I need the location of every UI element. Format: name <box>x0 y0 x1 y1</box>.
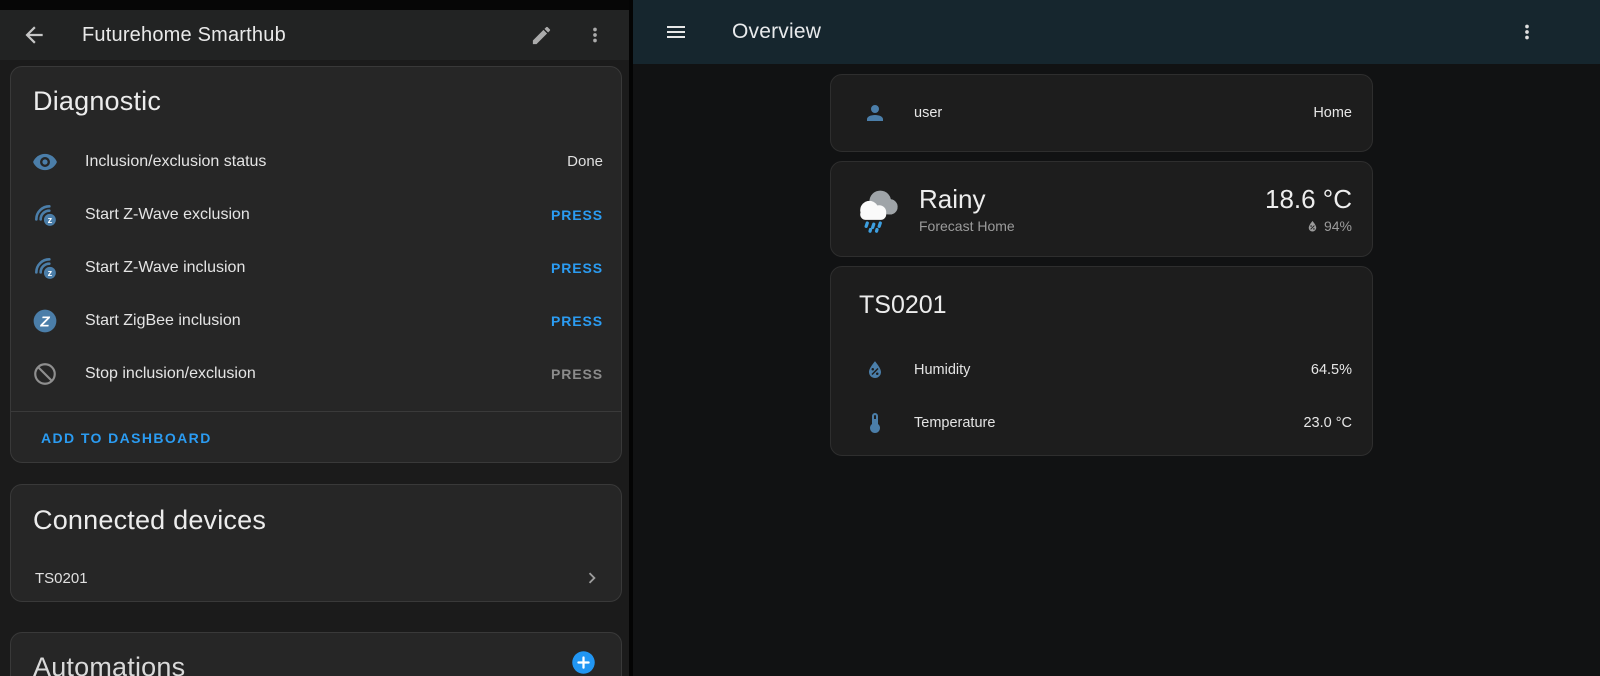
thermometer-icon <box>862 410 888 436</box>
right-app-panel: Overview user Home <box>633 0 1600 676</box>
diagnostic-card: Diagnostic Inclusion/exclusion status Do… <box>10 66 622 463</box>
add-automation-button[interactable] <box>570 649 597 676</box>
eye-icon <box>32 149 58 175</box>
back-button[interactable] <box>20 21 48 49</box>
status-bar-strip <box>0 0 629 10</box>
sidebar-menu-button[interactable] <box>662 18 690 46</box>
chevron-right-icon <box>581 567 603 589</box>
zwave-exclusion-row: z Start Z-Wave exclusion PRESS <box>11 188 621 241</box>
row-label: Start Z-Wave inclusion <box>85 259 245 277</box>
block-icon <box>32 361 58 387</box>
zwave-icon: z <box>32 255 58 281</box>
user-entity-card[interactable]: user Home <box>830 74 1373 152</box>
press-button[interactable]: PRESS <box>551 313 603 329</box>
sensor-value: 23.0 °C <box>1303 415 1352 431</box>
zigbee-inclusion-row: Z Start ZigBee inclusion PRESS <box>11 294 621 347</box>
zigbee-icon: Z <box>32 308 58 334</box>
entity-state: Home <box>1313 105 1352 121</box>
pencil-icon <box>530 24 553 47</box>
row-label: Start Z-Wave exclusion <box>85 206 250 224</box>
weather-rainy-icon <box>851 185 903 233</box>
row-value: Done <box>567 153 603 170</box>
add-to-dashboard-button[interactable]: ADD TO DASHBOARD <box>41 430 212 446</box>
weather-humidity: 94% <box>1324 218 1352 234</box>
menu-icon <box>664 20 688 44</box>
account-icon <box>862 100 888 126</box>
press-button[interactable]: PRESS <box>551 207 603 223</box>
row-label: Start ZigBee inclusion <box>85 312 241 330</box>
arrow-left-icon <box>21 22 47 48</box>
dashboard-cards-column: user Home <box>830 74 1373 456</box>
press-button-disabled: PRESS <box>551 366 603 382</box>
water-percent-icon <box>1305 219 1320 234</box>
svg-text:Z: Z <box>39 313 50 330</box>
connected-devices-title: Connected devices <box>11 485 621 555</box>
sensor-value: 64.5% <box>1311 362 1352 378</box>
zwave-icon: z <box>32 202 58 228</box>
press-button[interactable]: PRESS <box>551 260 603 276</box>
row-label: Stop inclusion/exclusion <box>85 365 256 383</box>
stop-inclusion-row: Stop inclusion/exclusion PRESS <box>11 347 621 400</box>
plus-circle-icon <box>570 649 597 676</box>
device-list-item[interactable]: TS0201 <box>11 555 621 601</box>
device-name: TS0201 <box>35 570 88 587</box>
dashboard-overflow-menu-button[interactable] <box>1513 18 1541 46</box>
screen: Futurehome Smarthub Diagnostic <box>0 0 1600 676</box>
svg-text:z: z <box>48 268 53 278</box>
sensor-label: Temperature <box>914 415 995 431</box>
left-app-header: Futurehome Smarthub <box>0 10 629 60</box>
zwave-inclusion-row: z Start Z-Wave inclusion PRESS <box>11 241 621 294</box>
automations-title: Automations <box>11 633 621 676</box>
row-label: Inclusion/exclusion status <box>85 153 266 171</box>
dots-vertical-icon <box>584 24 606 46</box>
svg-text:z: z <box>48 215 53 225</box>
humidity-row[interactable]: Humidity 64.5% <box>831 343 1372 396</box>
inclusion-status-row: Inclusion/exclusion status Done <box>11 135 621 188</box>
weather-source: Forecast Home <box>919 218 1015 234</box>
left-app-panel: Futurehome Smarthub Diagnostic <box>0 0 629 676</box>
water-percent-icon <box>862 357 888 383</box>
right-app-header: Overview <box>633 0 1600 64</box>
diagnostic-card-title: Diagnostic <box>11 67 621 135</box>
weather-condition: Rainy <box>919 184 1015 215</box>
weather-temperature: 18.6 °C <box>1265 184 1352 215</box>
sensor-card-title: TS0201 <box>831 267 1372 343</box>
overflow-menu-button[interactable] <box>581 21 609 49</box>
connected-devices-card: Connected devices TS0201 <box>10 484 622 602</box>
entity-name: user <box>914 105 942 121</box>
automations-card: Automations <box>10 632 622 676</box>
dots-vertical-icon <box>1516 21 1538 43</box>
edit-button[interactable] <box>527 21 555 49</box>
dashboard-title: Overview <box>732 20 821 44</box>
diagnostic-card-footer: ADD TO DASHBOARD <box>11 412 621 463</box>
sensor-label: Humidity <box>914 362 970 378</box>
temperature-row[interactable]: Temperature 23.0 °C <box>831 396 1372 449</box>
sensor-device-card: TS0201 Humidity 64.5% <box>830 266 1373 456</box>
page-title: Futurehome Smarthub <box>82 24 286 47</box>
weather-card[interactable]: Rainy Forecast Home 18.6 °C 94% <box>830 161 1373 257</box>
